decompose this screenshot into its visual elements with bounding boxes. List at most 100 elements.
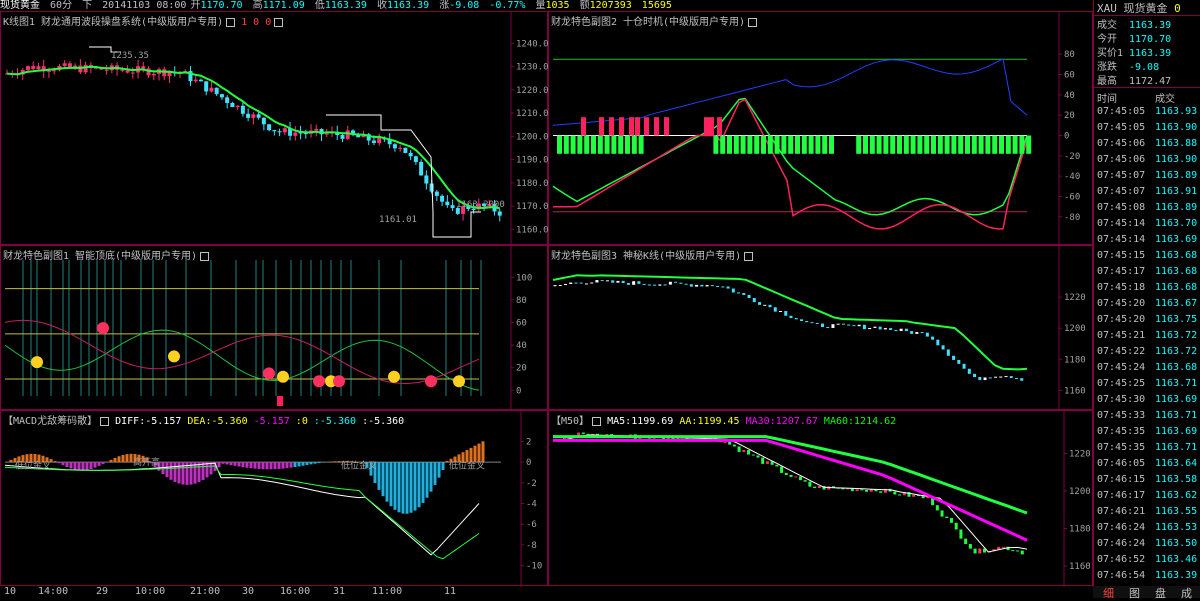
tick-price: 1163.68 (1155, 250, 1198, 261)
candle-body (721, 286, 725, 288)
candle-body (852, 325, 856, 327)
candle-body (893, 491, 897, 495)
tick-price: 1163.91 (1155, 186, 1198, 197)
tick-price: 1163.88 (1155, 138, 1198, 149)
tick-time: 07:45:08 (1097, 202, 1146, 213)
candle-body (141, 66, 146, 69)
candle-body (737, 446, 741, 452)
candle-body (600, 280, 604, 282)
candle-body (808, 481, 812, 487)
y-tick-label: 1220.0 (516, 86, 549, 96)
candle-body (689, 284, 693, 287)
signal-bar (747, 135, 753, 154)
candle-body (763, 304, 767, 306)
collapse-icon[interactable] (592, 416, 602, 426)
tick-row: 07:45:05 1163.93 (1097, 106, 1197, 117)
candle-body (964, 538, 968, 545)
signal-bar (618, 135, 624, 154)
tab-trades[interactable]: 成 (1181, 585, 1192, 601)
ma60-label: MA60: (823, 416, 855, 427)
ma5-value: 1199.69 (631, 416, 674, 427)
symbol-name: 现货黄金 (1123, 2, 1168, 15)
collapse-icon[interactable] (226, 17, 236, 27)
tick-row: 07:46:52 1163.46 (1097, 554, 1197, 565)
signal-bar (1026, 135, 1032, 154)
sub3-panel[interactable]: 财龙特色副图3 神秘K线(中级版用户专用) 1220 1200 1180 1160 (548, 245, 1093, 411)
macd-panel[interactable]: 【MACD尤敌筹码散】 DIFF:-5.157 DEA:-5.360 -5.15… (0, 410, 548, 587)
quote-key: 今开 (1097, 34, 1117, 45)
signal-bar (951, 135, 957, 154)
main-panel-title: K线图1 财龙通用波段操盘系统(中级版用户专用) 1 0 0 (3, 13, 284, 28)
ma-panel[interactable]: 【M50】 MA5:1199.69 AA:1199.45 MA30:1207.6… (548, 410, 1093, 587)
signal-bar (903, 135, 909, 154)
y-tick-label: 60 (516, 319, 527, 329)
candle-body (272, 130, 277, 132)
tick-row: 07:45:35 1163.69 (1097, 426, 1197, 437)
tick-row: 07:45:06 1163.88 (1097, 138, 1197, 149)
period-label[interactable]: 60分 (50, 0, 72, 11)
tick-time: 07:46:15 (1097, 474, 1146, 485)
sub1-panel[interactable]: 财龙特色副图1 智能顶底(中级版用户专用) 100 80 60 40 20 0 (0, 245, 548, 411)
candle-body (616, 280, 620, 283)
bottom-tabs: 细 图 盘 成 (1093, 585, 1200, 601)
y-tick-label: 80 (1064, 50, 1075, 60)
quote-header-bar: 现货黄金 60分 下 20141103 08:00 开1170.70 高1171.… (0, 0, 1093, 11)
signal-marker (263, 367, 275, 380)
candle-body (768, 304, 772, 308)
signal-bar (597, 135, 603, 154)
quote-row: 买价1 1163.39 (1097, 44, 1171, 59)
diff-value: -5.157 (145, 416, 182, 427)
candle-body (569, 282, 573, 284)
tick-price: 1163.68 (1155, 266, 1198, 277)
signal-bar (733, 135, 739, 154)
candle-body (235, 105, 240, 108)
sub2-panel[interactable]: 财龙特色副图2 十仓时机(中级版用户专用) 80 60 40 20 0 -20 -40 -60… (548, 11, 1093, 246)
tick-price: 1163.39 (1155, 570, 1198, 581)
tab-board[interactable]: 盘 (1155, 585, 1166, 601)
candle-body (579, 282, 583, 284)
aa-value: 1199.45 (697, 416, 740, 427)
tick-row: 07:45:20 1163.67 (1097, 298, 1197, 309)
main-kline-panel[interactable]: K线图1 财龙通用波段操盘系统(中级版用户专用) 1 0 0 1240.0 123… (0, 11, 549, 246)
candle-body (371, 140, 376, 143)
collapse-icon[interactable] (200, 251, 210, 261)
annot-low: 1161.01 (379, 215, 417, 225)
vol-label: 量 (535, 0, 546, 11)
y-tick-label: 1180.0 (516, 179, 549, 189)
candle-body (36, 66, 41, 70)
candle-body (862, 324, 866, 330)
tick-row: 07:45:05 1163.90 (1097, 122, 1197, 133)
candle-body (434, 191, 439, 196)
tick-price: 1163.62 (1155, 490, 1198, 501)
tick-time: 07:45:18 (1097, 282, 1146, 293)
y-tick-label: 40 (516, 341, 527, 351)
collapse-icon[interactable] (100, 416, 110, 426)
collapse-icon[interactable] (744, 251, 754, 261)
macd-v5: :-5.360 (313, 416, 357, 427)
candle-body (747, 294, 751, 298)
candle-body (857, 324, 861, 327)
signal-bar (584, 135, 590, 154)
candle-body (936, 339, 940, 346)
symbol-title: 现货黄金 (0, 0, 40, 11)
candle-body (632, 281, 636, 285)
tab-detail[interactable]: 细 (1103, 585, 1114, 601)
signal-bar (611, 135, 617, 154)
candle-body (424, 175, 429, 184)
signal-marker (453, 375, 465, 388)
ma5-line (552, 434, 1028, 553)
candle-body (723, 441, 727, 443)
tick-price: 1163.89 (1155, 202, 1198, 213)
tick-row: 07:45:22 1163.72 (1097, 346, 1197, 357)
sub1-panel-title: 财龙特色副图1 智能顶底(中级版用户专用) (3, 247, 210, 262)
collapse-icon[interactable] (748, 17, 758, 27)
collapse-icon[interactable] (274, 17, 284, 27)
candle-body (978, 376, 982, 381)
candle-body (988, 377, 992, 379)
dea-label: DEA: (187, 416, 212, 427)
tick-row: 07:46:54 1163.39 (1097, 570, 1197, 581)
macd-v4: :0 (295, 416, 308, 427)
tab-chart[interactable]: 图 (1129, 585, 1140, 601)
signal-bar (563, 135, 569, 154)
tick-price: 1163.69 (1155, 426, 1198, 437)
